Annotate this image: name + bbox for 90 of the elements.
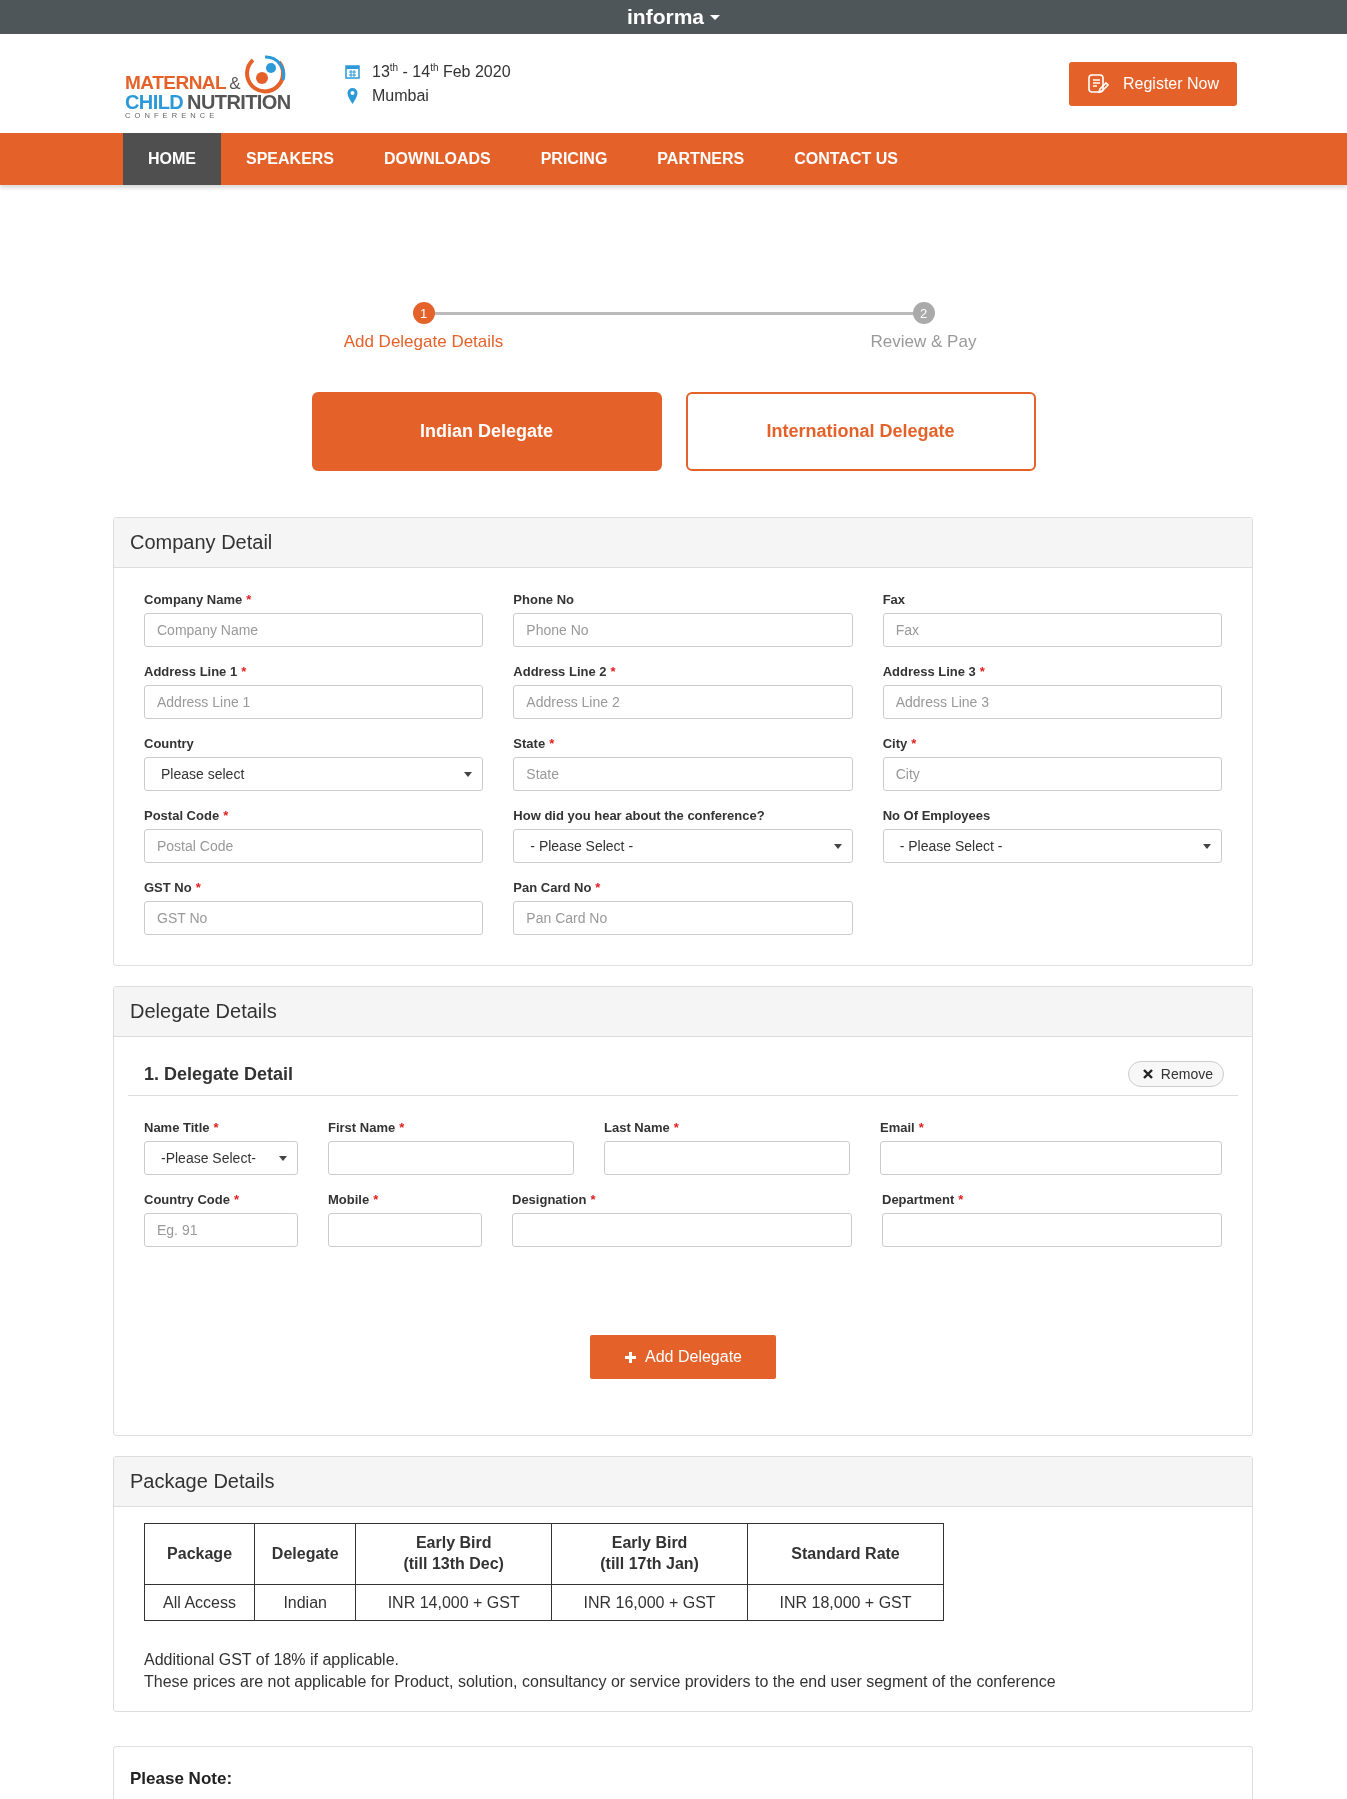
logo-ampersand: &	[229, 73, 241, 93]
field-label: Phone No	[513, 590, 575, 608]
select-field[interactable]: -Please Select-	[144, 1141, 298, 1175]
field-label: Department *	[882, 1190, 965, 1208]
input-field[interactable]: Eg. 91	[144, 1213, 298, 1247]
field-label: Pan Card No *	[513, 878, 602, 896]
input-field[interactable]	[880, 1141, 1222, 1175]
field-label: Address Line 3 *	[882, 662, 986, 680]
location-pin-icon	[345, 88, 360, 105]
nav-link[interactable]: PRICING	[515, 133, 633, 185]
close-icon	[1142, 1069, 1153, 1079]
panel-heading: Company Detail	[114, 518, 1252, 568]
field-label: Name Title *	[144, 1118, 220, 1136]
logo-text: MATERNAL	[125, 71, 227, 93]
logo-text: NUTRITION	[187, 90, 291, 113]
input-field[interactable]	[882, 1213, 1222, 1247]
input-field[interactable]	[328, 1141, 574, 1175]
input-field[interactable]: Company Name	[144, 613, 484, 647]
form-edit-icon	[1086, 72, 1109, 95]
delegate-type-button[interactable]: International Delegate	[685, 392, 1036, 471]
column-header: Early Bird (till 13th Dec)	[355, 1523, 552, 1585]
field-label: Fax	[882, 590, 907, 608]
delegate-type-button[interactable]: Indian Delegate	[311, 392, 662, 471]
field-label: Country	[144, 734, 195, 752]
caret-icon[interactable]	[710, 14, 720, 20]
panel-heading: Package Details	[114, 1457, 1252, 1507]
input-field[interactable]: Postal Code	[144, 829, 484, 863]
input-field[interactable]: GST No	[144, 901, 484, 935]
field-label: No Of Employees	[882, 806, 992, 824]
input-field[interactable]: Address Line 1	[144, 685, 484, 719]
table-cell: Indian	[254, 1584, 356, 1621]
step-label: Review & Pay	[870, 332, 977, 352]
field-label: Postal Code *	[144, 806, 230, 824]
field-label: Mobile *	[328, 1190, 380, 1208]
field-label: Country Code *	[144, 1190, 240, 1208]
input-field[interactable]: Address Line 3	[882, 685, 1222, 719]
nav-link[interactable]: PARTNERS	[632, 133, 770, 185]
select-field[interactable]: - Please Select -	[513, 829, 853, 863]
input-field[interactable]	[512, 1213, 852, 1247]
field-label: Company Name *	[144, 590, 253, 608]
table-cell: INR 16,000 + GST	[551, 1584, 748, 1621]
column-header: Delegate	[254, 1523, 356, 1585]
input-field[interactable]	[604, 1141, 850, 1175]
calendar-icon	[345, 64, 360, 79]
input-field[interactable]: City	[882, 757, 1222, 791]
note-heading: Please Note:	[130, 1769, 233, 1788]
field-label: State *	[513, 734, 556, 752]
field-label: Email *	[880, 1118, 925, 1136]
input-field[interactable]: Phone No	[513, 613, 853, 647]
input-field[interactable]: Pan Card No	[513, 901, 853, 935]
field-label: Last Name *	[604, 1118, 680, 1136]
step-number: 2	[912, 302, 935, 324]
add-delegate-button[interactable]: Add Delegate	[590, 1335, 776, 1379]
event-location: Mumbai	[372, 87, 429, 106]
table-cell: INR 18,000 + GST	[747, 1584, 944, 1621]
column-header: Standard Rate	[747, 1523, 944, 1585]
event-date: 13$^{th}$ - 14$^{th}$ Feb 2020	[372, 61, 511, 82]
panel-heading: Delegate Details	[114, 987, 1252, 1037]
field-label: Address Line 2 *	[513, 662, 617, 680]
field-label: Address Line 1 *	[144, 662, 248, 680]
plus-icon	[624, 1350, 637, 1364]
delegate-heading: 1. Delegate Detail	[144, 1063, 294, 1085]
select-field[interactable]: Please select	[144, 757, 484, 791]
input-field[interactable]	[328, 1213, 482, 1247]
field-label: GST No *	[144, 878, 202, 896]
register-button[interactable]: Register Now	[1068, 61, 1237, 106]
brand-menu[interactable]: informa	[627, 5, 704, 29]
select-field[interactable]: - Please Select -	[882, 829, 1222, 863]
nav-link[interactable]: DOWNLOADS	[359, 133, 516, 185]
input-field[interactable]: Address Line 2	[513, 685, 853, 719]
input-field[interactable]: State	[513, 757, 853, 791]
step-number: 1	[412, 302, 435, 324]
note-text: These prices are not applicable for Product, solution, consultancy or service providers to the end user segment of the conference	[144, 1673, 1057, 1691]
field-label: How did you hear about the conference?	[513, 806, 766, 824]
step-label: Add Delegate Details	[343, 332, 504, 352]
table-cell: All Access	[144, 1584, 255, 1621]
nav-link[interactable]: HOME	[123, 133, 221, 185]
table-cell: INR 14,000 + GST	[355, 1584, 552, 1621]
remove-button[interactable]: Remove	[1127, 1061, 1224, 1087]
note-text: Additional GST of 18% if applicable.	[144, 1651, 400, 1669]
nav-link[interactable]: SPEAKERS	[221, 133, 360, 185]
nav-link[interactable]: CONTACT US	[769, 133, 923, 185]
field-label: Designation *	[512, 1190, 597, 1208]
logo-circles-icon	[245, 54, 287, 96]
input-field[interactable]: Fax	[882, 613, 1222, 647]
field-label: First Name *	[328, 1118, 406, 1136]
column-header: Package	[144, 1523, 255, 1585]
logo-text: CHILD	[125, 90, 184, 113]
field-label: City *	[882, 734, 918, 752]
column-header: Early Bird (till 17th Jan)	[551, 1523, 748, 1585]
